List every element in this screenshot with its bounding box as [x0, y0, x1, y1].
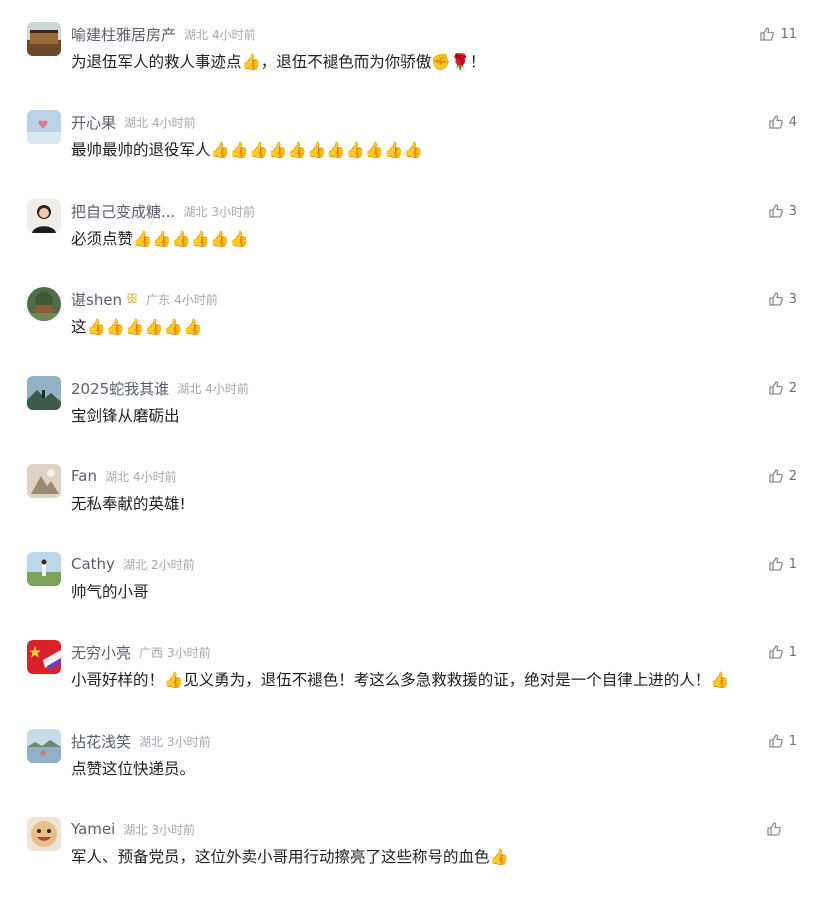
region-label: 湖北	[122, 557, 147, 572]
user-name[interactable]: 把自己变成糖...	[71, 201, 175, 222]
like-count: 1	[788, 644, 797, 660]
region-label: 湖北	[104, 469, 129, 484]
comment-text: 军人、预备党员，这位外卖小哥用行动擦亮了这些称号的血色👍	[71, 848, 509, 866]
comment-item: Cathy 湖北 2小时前 帅气的小哥 1	[0, 552, 817, 640]
region-label: 湖北	[123, 822, 148, 837]
avatar[interactable]	[27, 199, 61, 233]
like-count: 11	[780, 26, 797, 42]
region-label: 湖北	[184, 27, 209, 42]
like-button[interactable]: 11	[759, 24, 797, 44]
comment-item: 谌shen ꕥ 广东 4小时前 这👍👍👍👍👍👍 3	[0, 287, 817, 375]
comment-text: 小哥好样的！👍见义勇为，退伍不褪色！考这么多急救救援的证，绝对是一个自律上进的人…	[71, 671, 730, 689]
thumbs-up-icon	[768, 380, 784, 396]
avatar[interactable]	[27, 110, 61, 144]
like-button[interactable]: 2	[768, 466, 797, 486]
comment-text: 最帅最帅的退役军人👍👍👍👍👍👍👍👍👍👍👍	[71, 141, 423, 159]
avatar[interactable]	[27, 640, 61, 674]
avatar[interactable]	[27, 287, 61, 321]
like-button[interactable]: 2	[768, 378, 797, 398]
time-label: 3小时前	[211, 204, 255, 219]
comment-text: 这👍👍👍👍👍👍	[71, 318, 203, 336]
comment-text: 为退伍军人的救人事迹点👍，退伍不褪色而为你骄傲✊🌹！	[71, 53, 486, 71]
region-label: 湖北	[177, 381, 202, 396]
thumbs-up-icon	[768, 114, 784, 130]
like-count: 2	[788, 380, 797, 396]
comment-text: 点赞这位快递员。	[71, 760, 196, 778]
thumbs-up-icon	[768, 644, 784, 660]
thumbs-up-icon	[768, 556, 784, 572]
region-label: 广东	[146, 292, 171, 307]
like-button[interactable]	[766, 819, 795, 839]
like-button[interactable]: 3	[768, 201, 797, 221]
time-label: 4小时前	[152, 115, 196, 130]
comment-item: 拈花浅笑 湖北 3小时前 点赞这位快递员。 1	[0, 729, 817, 817]
time-label: 3小时前	[167, 645, 211, 660]
avatar[interactable]	[27, 552, 61, 586]
time-label: 3小时前	[167, 734, 211, 749]
comment-item: 开心果 湖北 4小时前 最帅最帅的退役军人👍👍👍👍👍👍👍👍👍👍👍 4	[0, 110, 817, 198]
user-name[interactable]: 2025蛇我其谁	[71, 378, 169, 399]
like-button[interactable]: 4	[768, 112, 797, 132]
comment-item: Fan 湖北 4小时前 无私奉献的英雄! 2	[0, 464, 817, 552]
user-name[interactable]: Cathy	[71, 555, 115, 573]
like-count: 3	[788, 291, 797, 307]
like-button[interactable]: 1	[768, 642, 797, 662]
thumbs-up-icon	[768, 468, 784, 484]
region-label: 湖北	[183, 204, 208, 219]
like-count: 4	[788, 114, 797, 130]
like-button[interactable]: 3	[768, 289, 797, 309]
like-button[interactable]: 1	[768, 554, 797, 574]
like-count: 2	[788, 468, 797, 484]
like-count: 1	[788, 556, 797, 572]
avatar[interactable]	[27, 464, 61, 498]
user-name[interactable]: Fan	[71, 467, 97, 485]
region-label: 广西	[139, 645, 164, 660]
comment-text: 帅气的小哥	[71, 583, 149, 601]
comment-list: 喻建柱雅居房产 湖北 4小时前 为退伍军人的救人事迹点👍，退伍不褪色而为你骄傲✊…	[0, 0, 817, 900]
time-label: 4小时前	[132, 469, 177, 484]
thumbs-up-icon	[759, 26, 775, 42]
ribbon-badge-icon: ꕥ	[126, 291, 139, 307]
comment-item: 喻建柱雅居房产 湖北 4小时前 为退伍军人的救人事迹点👍，退伍不褪色而为你骄傲✊…	[0, 22, 817, 110]
thumbs-up-icon	[766, 821, 782, 837]
like-count: 1	[788, 733, 797, 749]
avatar[interactable]	[27, 376, 61, 410]
like-count: 3	[788, 203, 797, 219]
region-label: 湖北	[139, 734, 164, 749]
time-label: 4小时前	[174, 292, 218, 307]
comment-item: 把自己变成糖... 湖北 3小时前 必须点赞👍👍👍👍👍👍 3	[0, 199, 817, 287]
thumbs-up-icon	[768, 291, 784, 307]
time-label: 2小时前	[150, 557, 195, 572]
comment-item: Yamei 湖北 3小时前 军人、预备党员，这位外卖小哥用行动擦亮了这些称号的血…	[0, 817, 817, 905]
comment-item: 2025蛇我其谁 湖北 4小时前 宝剑锋从磨砺出 2	[0, 376, 817, 464]
time-label: 4小时前	[212, 27, 256, 42]
user-name[interactable]: 谌shen	[71, 289, 122, 310]
comment-text: 无私奉献的英雄!	[71, 495, 186, 513]
comment-item: 无穷小亮 广西 3小时前 小哥好样的！👍见义勇为，退伍不褪色！考这么多急救救援的…	[0, 640, 817, 728]
user-name[interactable]: 开心果	[71, 112, 116, 133]
time-label: 3小时前	[151, 822, 195, 837]
user-name[interactable]: 无穷小亮	[71, 642, 131, 663]
avatar[interactable]	[27, 729, 61, 763]
thumbs-up-icon	[768, 203, 784, 219]
time-label: 4小时前	[205, 381, 249, 396]
user-name[interactable]: Yamei	[71, 820, 115, 838]
comment-text: 必须点赞👍👍👍👍👍👍	[71, 230, 249, 248]
user-name[interactable]: 拈花浅笑	[71, 731, 131, 752]
region-label: 湖北	[124, 115, 149, 130]
comment-text: 宝剑锋从磨砺出	[71, 407, 180, 425]
avatar[interactable]	[27, 817, 61, 851]
thumbs-up-icon	[768, 733, 784, 749]
avatar[interactable]	[27, 22, 61, 56]
like-button[interactable]: 1	[768, 731, 797, 751]
user-name[interactable]: 喻建柱雅居房产	[71, 24, 176, 45]
